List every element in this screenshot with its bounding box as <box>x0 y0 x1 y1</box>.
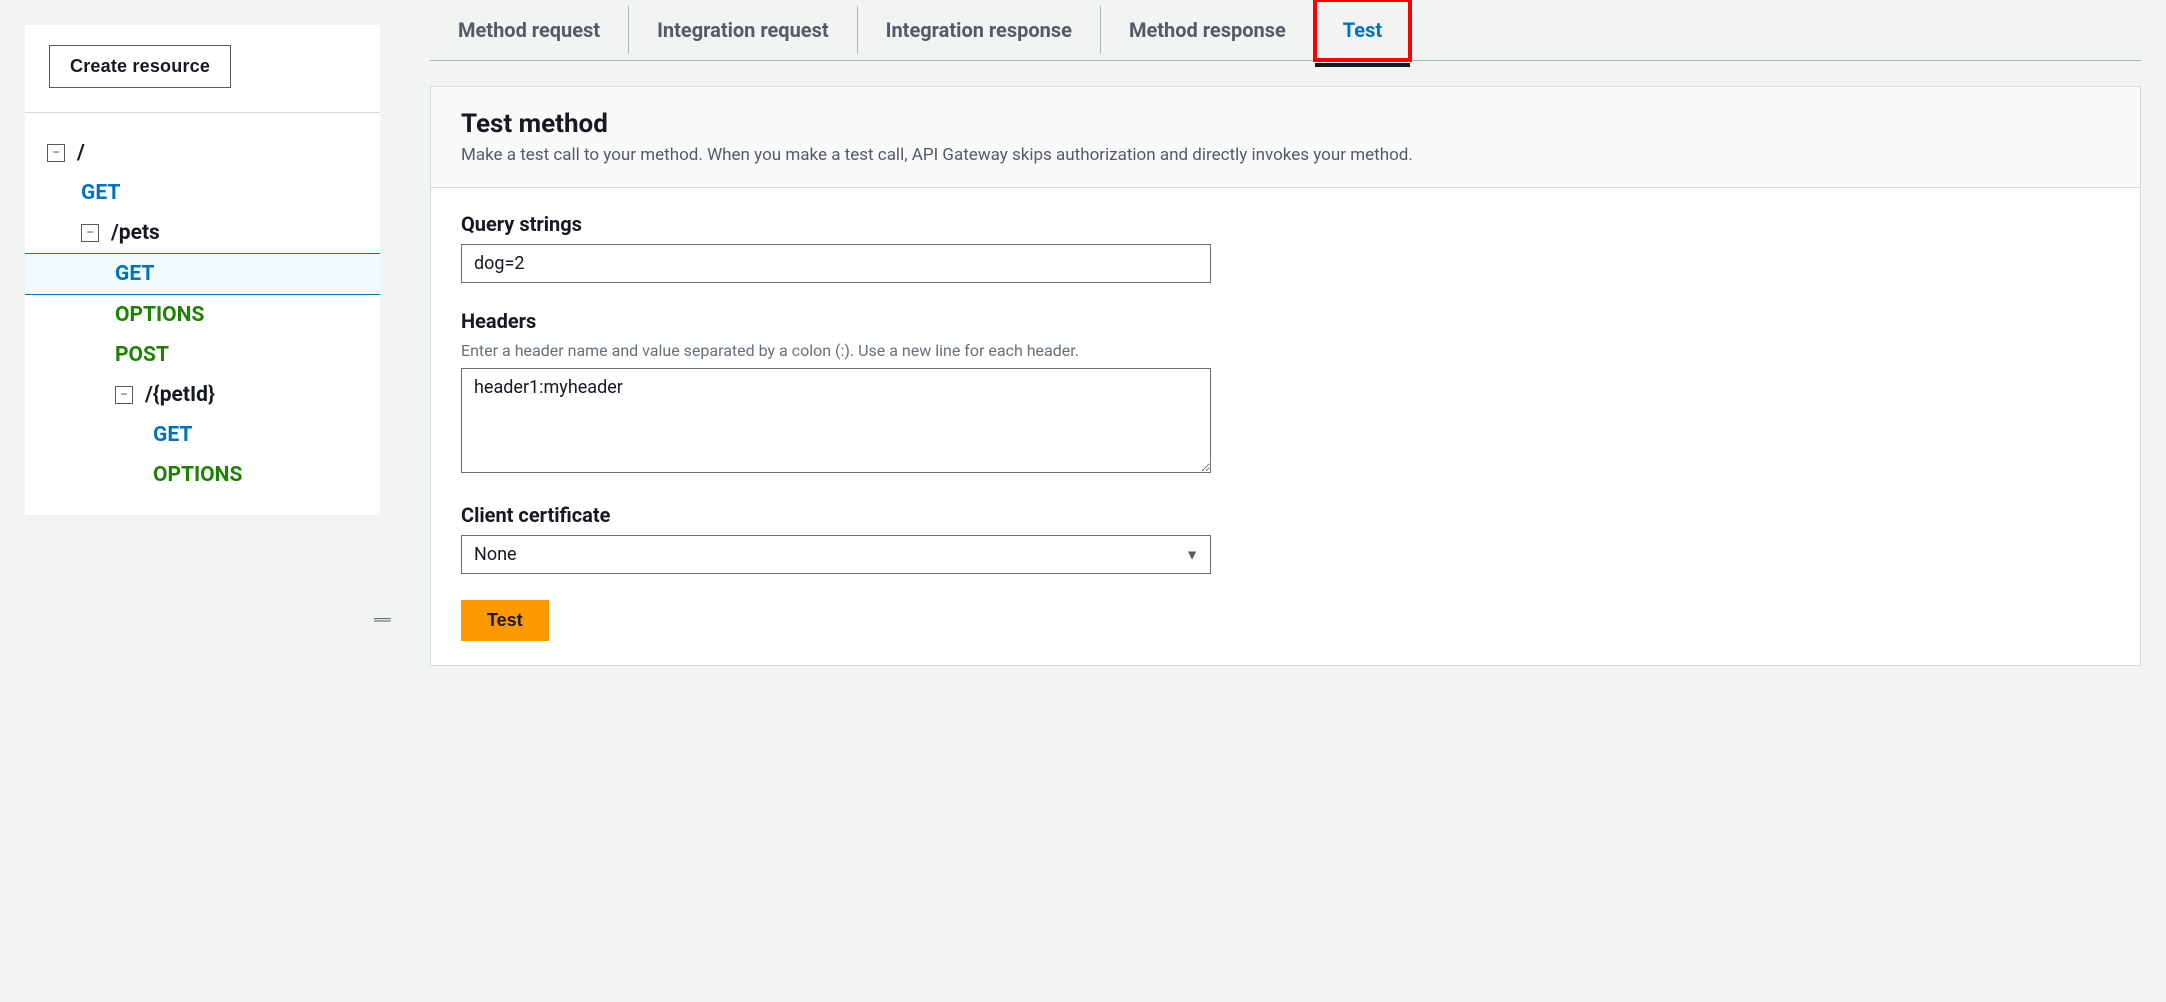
tree-method-root-get[interactable]: GET <box>25 173 380 213</box>
method-label: POST <box>115 343 169 367</box>
tree-label-pets: /pets <box>111 221 160 245</box>
tab-test-label: Test <box>1343 18 1382 42</box>
active-tab-indicator <box>1315 63 1410 67</box>
method-label: GET <box>153 423 192 447</box>
panel-header: Test method Make a test call to your met… <box>431 87 2140 188</box>
tree-label-root: / <box>77 141 85 165</box>
panel-title: Test method <box>461 109 2110 139</box>
resource-tree: / GET /pets GET OPTIONS POST <box>25 113 380 515</box>
tree-method-pets-options[interactable]: OPTIONS <box>25 295 380 335</box>
tree-method-petid-options[interactable]: OPTIONS <box>25 455 380 495</box>
main-content: Method request Integration request Integ… <box>405 0 2166 1002</box>
test-method-panel: Test method Make a test call to your met… <box>430 86 2141 666</box>
tab-method-request[interactable]: Method request <box>430 6 629 54</box>
create-resource-button[interactable]: Create resource <box>49 45 231 88</box>
tree-method-pets-get[interactable]: GET <box>25 253 380 295</box>
tree-method-petid-get[interactable]: GET <box>25 415 380 455</box>
tree-method-pets-post[interactable]: POST <box>25 335 380 375</box>
tab-integration-response[interactable]: Integration response <box>858 6 1101 54</box>
method-label: OPTIONS <box>115 303 204 327</box>
test-button[interactable]: Test <box>461 600 549 641</box>
headers-label: Headers <box>461 309 2110 333</box>
collapse-icon[interactable] <box>81 224 99 242</box>
tree-node-petid[interactable]: /{petId} <box>25 375 380 415</box>
method-label: GET <box>115 262 154 286</box>
tree-node-pets[interactable]: /pets <box>25 213 380 253</box>
collapse-icon[interactable] <box>47 144 65 162</box>
client-certificate-label: Client certificate <box>461 503 2110 527</box>
client-certificate-section: Client certificate None ▼ <box>461 503 2110 574</box>
method-label: GET <box>81 181 120 205</box>
query-strings-label: Query strings <box>461 212 2110 236</box>
tab-integration-request[interactable]: Integration request <box>629 6 858 54</box>
headers-hint: Enter a header name and value separated … <box>461 341 2110 360</box>
client-certificate-select[interactable]: None <box>461 535 1211 574</box>
panel-description: Make a test call to your method. When yo… <box>461 145 2110 165</box>
tree-label-petid: /{petId} <box>145 383 215 407</box>
resources-sidebar: Create resource / GET /pets GET <box>0 0 405 1002</box>
headers-section: Headers Enter a header name and value se… <box>461 309 2110 477</box>
method-tabs: Method request Integration request Integ… <box>430 0 2141 61</box>
method-label: OPTIONS <box>153 463 242 487</box>
tab-method-response[interactable]: Method response <box>1101 6 1315 54</box>
tab-test[interactable]: Test <box>1315 0 1410 60</box>
tree-node-root[interactable]: / <box>25 133 380 173</box>
collapse-icon[interactable] <box>115 386 133 404</box>
query-strings-input[interactable] <box>461 244 1211 283</box>
resize-handle-icon[interactable]: ║ <box>374 615 390 623</box>
query-strings-section: Query strings <box>461 212 2110 283</box>
headers-input[interactable] <box>461 368 1211 473</box>
panel-body: Query strings Headers Enter a header nam… <box>431 188 2140 665</box>
